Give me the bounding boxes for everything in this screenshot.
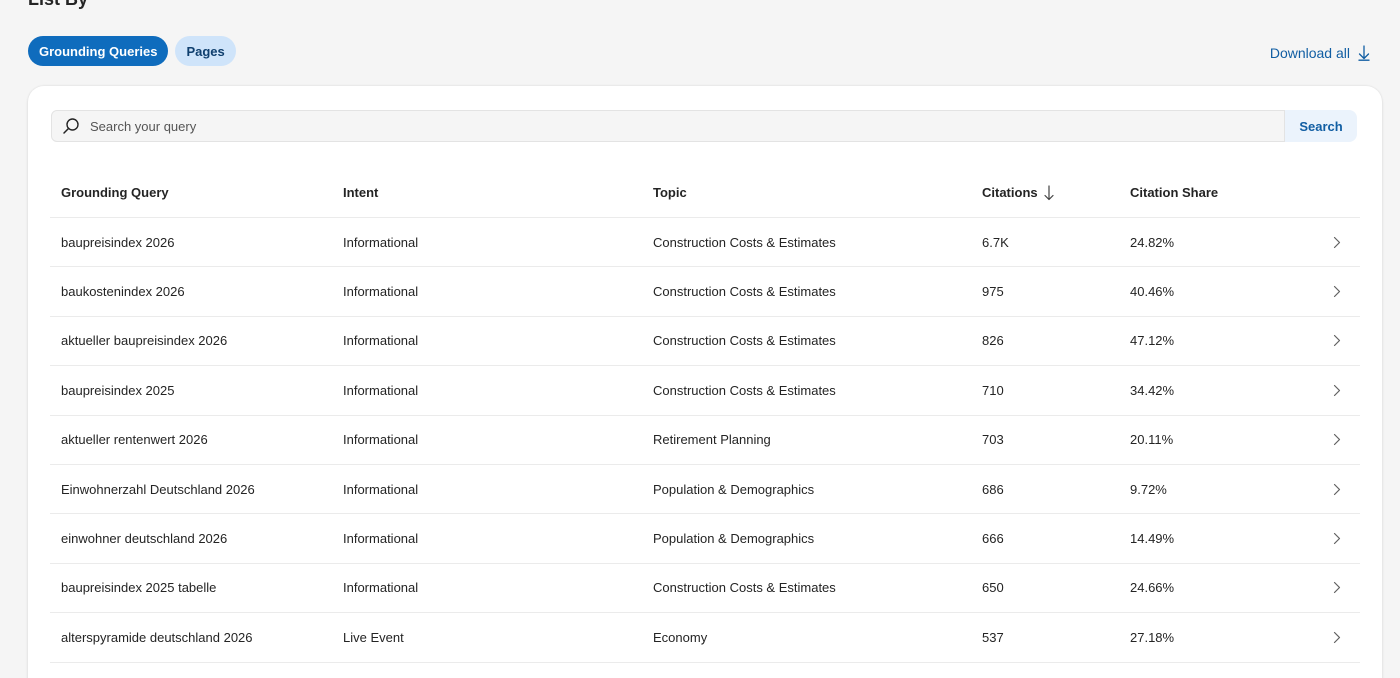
- cell-query: baukostenindex 2026: [61, 284, 185, 300]
- chevron-right-icon[interactable]: [1314, 285, 1360, 298]
- search-button[interactable]: Search: [1285, 110, 1357, 142]
- cell-intent: Live Event: [343, 629, 404, 645]
- column-header-topic: Topic: [653, 185, 687, 200]
- cell-query: baupreisindex 2026: [61, 234, 175, 250]
- table-body: baupreisindex 2026 Informational Construct…: [50, 218, 1360, 663]
- cell-query: Einwohnerzahl Deutschland 2026: [61, 481, 255, 497]
- results-card: Search Grounding Query Intent Topic Cita…: [28, 86, 1382, 678]
- cell-intent: Informational: [343, 580, 419, 596]
- table-row[interactable]: alterspyramide deutschland 2026 Live Even…: [50, 613, 1360, 663]
- cell-citations: 650: [982, 580, 1004, 596]
- cell-citation-share: 27.18%: [1130, 629, 1175, 645]
- cell-citation-share: 24.66%: [1130, 580, 1175, 596]
- cell-intent: Informational: [343, 284, 419, 300]
- section-heading: List By: [28, 0, 88, 10]
- table-row[interactable]: baupreisindex 2025 Informational Construct…: [50, 366, 1360, 416]
- cell-intent: Informational: [343, 481, 419, 497]
- cell-intent: Informational: [343, 432, 419, 448]
- results-table: Grounding Query Intent Topic Citations C…: [50, 168, 1360, 663]
- table-row[interactable]: aktueller rentenwert 2026 Informational Re…: [50, 416, 1360, 465]
- cell-citation-share: 47.12%: [1130, 333, 1175, 349]
- cell-topic: Construction Costs & Estimates: [653, 234, 836, 250]
- chevron-right-icon[interactable]: [1314, 581, 1360, 594]
- search-bar: Search: [51, 110, 1357, 142]
- cell-query: einwohner deutschland 2026: [61, 531, 228, 547]
- cell-topic: Construction Costs & Estimates: [653, 382, 836, 398]
- cell-citations: 666: [982, 531, 1004, 547]
- cell-citations: 6.7K: [982, 234, 1009, 250]
- page: List By Grounding Queries Pages Download…: [0, 0, 1400, 678]
- chevron-right-icon[interactable]: [1314, 236, 1360, 249]
- cell-citation-share: 34.42%: [1130, 382, 1175, 398]
- cell-topic: Population & Demographics: [653, 481, 815, 497]
- grounding-queries-tab[interactable]: Grounding Queries: [28, 36, 169, 66]
- cell-citation-share: 20.11%: [1130, 432, 1174, 448]
- search-icon: [62, 117, 80, 135]
- cell-intent: Informational: [343, 234, 419, 250]
- chevron-right-icon[interactable]: [1314, 532, 1360, 545]
- table-row[interactable]: baupreisindex 2026 Informational Construct…: [50, 218, 1360, 268]
- cell-query: aktueller baupreisindex 2026: [61, 333, 228, 349]
- cell-topic: Construction Costs & Estimates: [653, 580, 836, 596]
- chevron-right-icon[interactable]: [1314, 631, 1360, 644]
- column-header-intent: Intent: [343, 185, 379, 200]
- table-header: Grounding Query Intent Topic Citations C…: [50, 168, 1360, 218]
- chevron-right-icon[interactable]: [1314, 334, 1360, 347]
- chevron-right-icon[interactable]: [1314, 433, 1360, 446]
- column-header-share: Citation Share: [1130, 185, 1219, 200]
- table-row[interactable]: aktueller baupreisindex 2026 Informationa…: [50, 317, 1360, 367]
- cell-query: alterspyramide deutschland 2026: [61, 629, 253, 645]
- cell-citations: 975: [982, 284, 1004, 300]
- table-row[interactable]: baukostenindex 2026 Informational Construc…: [50, 267, 1360, 317]
- column-header-citations-label: Citations: [982, 185, 1038, 200]
- cell-intent: Informational: [343, 531, 419, 547]
- cell-citations: 703: [982, 432, 1004, 448]
- table-row[interactable]: einwohner deutschland 2026 Informational P…: [50, 514, 1360, 564]
- cell-query: baupreisindex 2025: [61, 382, 175, 398]
- cell-citation-share: 9.72%: [1130, 481, 1167, 497]
- column-header-citations[interactable]: Citations: [982, 184, 1130, 201]
- cell-citations: 710: [982, 382, 1004, 398]
- cell-query: baupreisindex 2025 tabelle: [61, 580, 217, 596]
- search-field: [51, 110, 1285, 142]
- cell-citation-share: 40.46%: [1130, 284, 1175, 300]
- cell-topic: Construction Costs & Estimates: [653, 284, 836, 300]
- download-icon: [1358, 45, 1370, 61]
- search-input[interactable]: [90, 118, 1284, 134]
- chevron-right-icon[interactable]: [1314, 483, 1360, 496]
- cell-intent: Informational: [343, 333, 419, 349]
- column-header-query: Grounding Query: [61, 185, 169, 200]
- table-row[interactable]: Einwohnerzahl Deutschland 2026 Informatio…: [50, 465, 1360, 515]
- cell-topic: Population & Demographics: [653, 531, 815, 547]
- arrow-down-icon: [1044, 184, 1054, 201]
- download-all-label: Download all: [1269, 45, 1350, 61]
- cell-citation-share: 14.49%: [1130, 531, 1175, 547]
- cell-intent: Informational: [343, 382, 419, 398]
- cell-query: aktueller rentenwert 2026: [61, 432, 208, 448]
- pages-tab[interactable]: Pages: [175, 36, 236, 66]
- table-row[interactable]: baupreisindex 2025 tabelle Informational C…: [50, 564, 1360, 614]
- chevron-right-icon[interactable]: [1314, 384, 1360, 397]
- cell-citations: 686: [982, 481, 1004, 497]
- cell-citation-share: 24.82%: [1130, 234, 1175, 250]
- cell-topic: Retirement Planning: [653, 432, 771, 448]
- cell-topic: Economy: [653, 629, 708, 645]
- download-all-link[interactable]: Download all: [1270, 45, 1370, 61]
- list-by-toggle: Grounding Queries Pages: [28, 36, 236, 66]
- cell-citations: 537: [982, 629, 1004, 645]
- cell-topic: Construction Costs & Estimates: [653, 333, 836, 349]
- cell-citations: 826: [982, 333, 1004, 349]
